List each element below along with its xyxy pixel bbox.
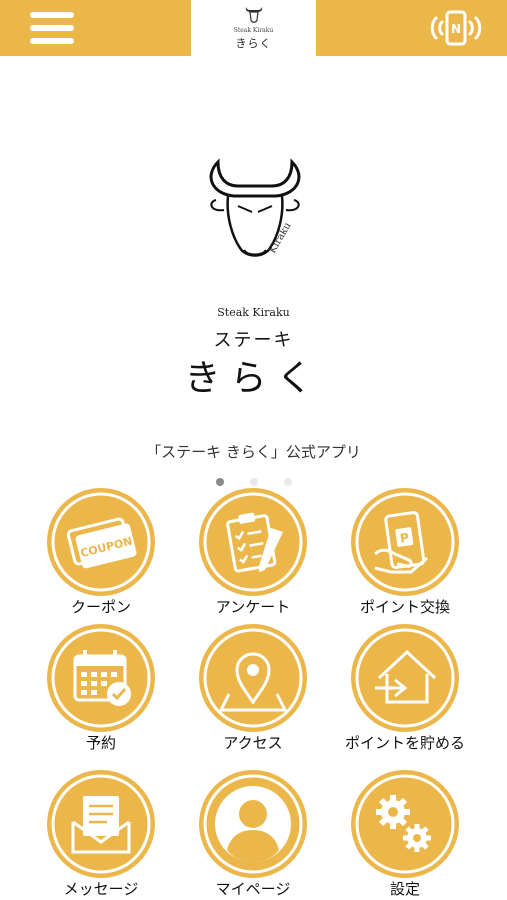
brand-name-en: Steak Kiraku	[217, 306, 290, 319]
hero-banner[interactable]: Kiraku Steak Kiraku ステーキ きらく	[0, 56, 507, 456]
menu-item-access[interactable]: アクセス	[178, 624, 328, 752]
carousel-dot[interactable]	[283, 478, 292, 486]
point-exchange-icon: P	[355, 492, 455, 592]
nfc-phone-icon[interactable]: N	[428, 10, 484, 46]
menu-label: 設定	[389, 880, 420, 898]
survey-clipboard-icon	[203, 492, 303, 592]
point-checkin-icon	[355, 628, 455, 728]
menu-item-settings[interactable]: 設定	[330, 770, 480, 898]
menu-item-mypage[interactable]: マイページ	[178, 770, 328, 898]
bull-head-logo-icon: Kiraku	[209, 158, 301, 257]
brand-name-jp-main: きらく	[184, 358, 323, 399]
app-tagline: 「ステーキ きらく」公式アプリ	[146, 443, 361, 461]
menu-label: 予約	[85, 734, 116, 752]
map-pin-icon	[203, 628, 303, 728]
carousel-dot[interactable]	[249, 478, 258, 486]
menu-label: アンケート	[215, 598, 291, 616]
menu-item-reservation[interactable]: 予約	[26, 624, 176, 752]
menu-label: ポイント交換	[359, 598, 450, 616]
svg-text:Kiraku: Kiraku	[267, 220, 294, 255]
menu-label: ポイントを貯める	[344, 734, 465, 752]
svg-text:N: N	[451, 22, 461, 36]
header-logo[interactable]: Steak Kiraku きらく	[191, 0, 316, 56]
menu-item-point-exchange[interactable]: P ポイント交換	[330, 488, 480, 616]
carousel-dot[interactable]	[215, 478, 224, 486]
menu-item-survey[interactable]: アンケート	[178, 488, 328, 616]
menu-label: アクセス	[223, 734, 283, 752]
menu-item-coupon[interactable]: COUPON クーポン	[26, 488, 176, 616]
header-logo-jp: きらく	[235, 37, 272, 50]
menu-item-earn-points[interactable]: ポイントを貯める	[330, 624, 480, 752]
user-profile-icon	[203, 774, 303, 874]
settings-gears-icon	[355, 774, 455, 874]
hamburger-menu-icon[interactable]	[30, 10, 74, 46]
header-logo-en: Steak Kiraku	[233, 27, 274, 34]
menu-label: マイページ	[215, 880, 291, 898]
calendar-reservation-icon	[51, 628, 151, 728]
menu-label: クーポン	[70, 598, 131, 616]
carousel-indicator	[0, 471, 507, 486]
app-header: Steak Kiraku きらく N	[0, 0, 507, 56]
menu-label: メッセージ	[63, 880, 139, 898]
coupon-icon: COUPON	[51, 492, 151, 592]
message-envelope-icon	[51, 774, 151, 874]
menu-item-message[interactable]: メッセージ	[26, 770, 176, 898]
bull-logo-icon	[245, 7, 263, 23]
